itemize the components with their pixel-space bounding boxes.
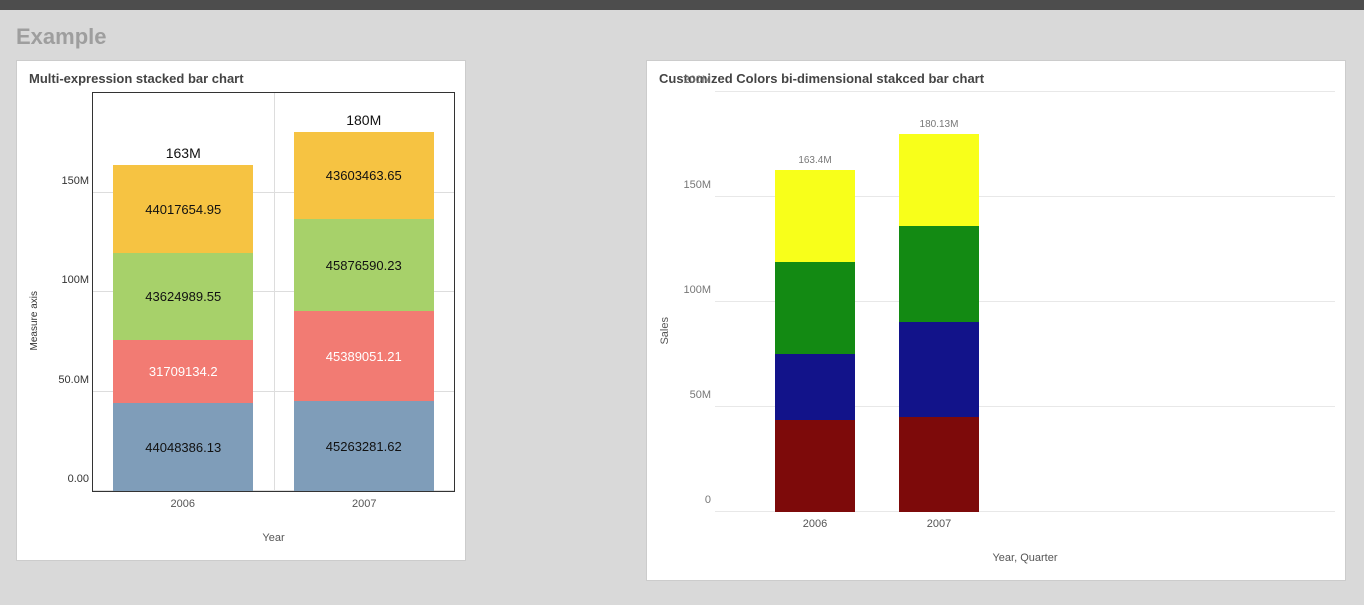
bar-total-label: 180.13M bbox=[920, 119, 959, 130]
chart-card-right: Customized Colors bi-dimensional stakced… bbox=[646, 60, 1346, 581]
x-axis-label-right: Year, Quarter bbox=[715, 530, 1335, 570]
y-tick: 150M bbox=[675, 179, 711, 191]
x-tick: 2007 bbox=[294, 498, 434, 510]
bar-segment[interactable] bbox=[775, 354, 855, 420]
bar-total-label: 163.4M bbox=[798, 155, 831, 166]
bar-2007[interactable]: 180M 45263281.62 45389051.21 45876590.23… bbox=[294, 112, 434, 491]
y-tick: 100M bbox=[45, 274, 89, 286]
y-tick: 100M bbox=[675, 284, 711, 296]
bar-2007[interactable]: 180.13M bbox=[899, 119, 979, 512]
y-tick: 50.0M bbox=[45, 374, 89, 386]
bar-segment[interactable]: 45263281.62 bbox=[294, 401, 434, 491]
y-tick: 50M bbox=[675, 389, 711, 401]
chart-card-left: Multi-expression stacked bar chart Measu… bbox=[16, 60, 466, 561]
bar-2006[interactable]: 163.4M bbox=[775, 155, 855, 512]
plot-left: 0.00 50.0M 100M 150M 163M bbox=[92, 92, 455, 550]
bar-segment[interactable]: 43624989.55 bbox=[113, 253, 253, 340]
y-axis-label-left: Measure axis bbox=[27, 291, 42, 350]
top-bar bbox=[0, 0, 1364, 10]
x-axis-label-left: Year bbox=[92, 510, 455, 550]
plot-right: 0 50M 100M 150M 200M 163.4M bbox=[715, 92, 1335, 570]
bar-segment[interactable] bbox=[899, 417, 979, 512]
y-tick: 0.00 bbox=[45, 473, 89, 485]
chart-right[interactable]: Sales 0 50M 100M 150M 200M 163.4M bbox=[647, 92, 1345, 580]
bar-segment[interactable]: 45876590.23 bbox=[294, 219, 434, 311]
y-tick: 150M bbox=[45, 175, 89, 187]
bar-segment[interactable] bbox=[775, 262, 855, 354]
bar-2006[interactable]: 163M 44048386.13 31709134.2 43624989.55 … bbox=[113, 145, 253, 491]
x-tick: 2006 bbox=[113, 498, 253, 510]
x-tick: 2007 bbox=[899, 518, 979, 530]
bar-segment[interactable] bbox=[899, 134, 979, 226]
chart-title-right: Customized Colors bi-dimensional stakced… bbox=[647, 61, 1345, 92]
x-tick: 2006 bbox=[775, 518, 855, 530]
chart-left[interactable]: Measure axis 0.00 50.0M 100M 150M bbox=[17, 92, 465, 560]
page-title: Example bbox=[0, 10, 1364, 60]
bar-total-label: 163M bbox=[166, 145, 201, 161]
bar-segment[interactable]: 43603463.65 bbox=[294, 132, 434, 219]
y-axis-label-right: Sales bbox=[657, 317, 673, 345]
workspace: Multi-expression stacked bar chart Measu… bbox=[0, 60, 1364, 605]
bar-segment[interactable] bbox=[899, 226, 979, 322]
bar-segment[interactable]: 44017654.95 bbox=[113, 165, 253, 253]
y-tick: 0 bbox=[675, 494, 711, 506]
bar-segment[interactable] bbox=[775, 170, 855, 262]
bar-segment[interactable] bbox=[775, 420, 855, 512]
y-tick: 200M bbox=[675, 74, 711, 86]
bar-total-label: 180M bbox=[346, 112, 381, 128]
bar-segment[interactable]: 44048386.13 bbox=[113, 403, 253, 491]
chart-title-left: Multi-expression stacked bar chart bbox=[17, 61, 465, 92]
bar-segment[interactable]: 31709134.2 bbox=[113, 340, 253, 403]
bar-segment[interactable]: 45389051.21 bbox=[294, 311, 434, 401]
bar-segment[interactable] bbox=[899, 322, 979, 417]
